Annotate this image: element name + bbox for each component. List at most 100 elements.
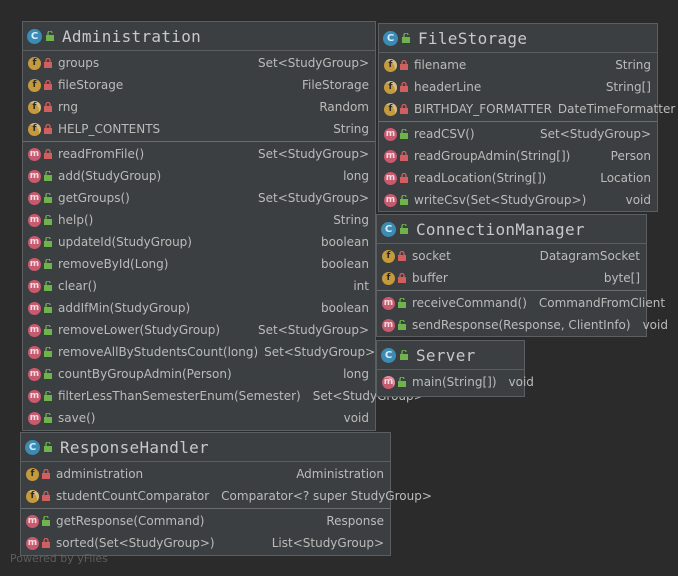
method-signature: sorted(Set<StudyGroup>): [56, 536, 215, 550]
method-row[interactable]: m readLocation(String[]) Location: [379, 167, 657, 189]
method-row[interactable]: m filterLessThanSemesterEnum(Semester) Set…: [23, 385, 424, 407]
method-icon: m: [28, 323, 41, 337]
method-signature: writeCsv(Set<StudyGroup>): [414, 193, 587, 207]
private-lock-icon: [42, 538, 50, 548]
field-type: Random: [319, 100, 369, 114]
class-title: Administration: [62, 26, 202, 46]
field-row[interactable]: f administration Administration: [21, 463, 390, 485]
public-unlock-icon: [44, 369, 52, 379]
private-lock-icon: [44, 102, 52, 112]
method-icon: m: [26, 536, 39, 550]
private-lock-icon: [400, 173, 408, 183]
method-row[interactable]: m sendResponse(Response, ClientInfo) void: [377, 314, 668, 336]
private-lock-icon: [400, 151, 408, 161]
private-lock-icon: [44, 149, 52, 159]
class-connectionmanager[interactable]: C ConnectionManager f socket DatagramSocke…: [376, 214, 668, 337]
field-static-icon: f: [28, 100, 41, 114]
field-row[interactable]: f groups Set<StudyGroup>: [23, 52, 375, 74]
field-row[interactable]: f socket DatagramSocket: [377, 245, 646, 267]
method-row[interactable]: m add(StudyGroup) long: [23, 165, 375, 187]
method-row[interactable]: m readFromFile() Set<StudyGroup>: [23, 143, 375, 165]
method-icon: m: [384, 193, 397, 207]
field-icon: f: [382, 271, 395, 285]
method-icon: m: [28, 213, 41, 227]
class-header: C ConnectionManager: [377, 215, 646, 244]
field-name: rng: [58, 100, 78, 114]
field-name: headerLine: [414, 80, 482, 94]
method-icon: m: [382, 318, 395, 332]
return-type: CommandFromClient: [538, 296, 666, 310]
class-icon: C: [27, 28, 42, 44]
method-signature: removeLower(StudyGroup): [58, 323, 221, 337]
return-type: Location: [600, 171, 651, 185]
method-icon: m: [28, 279, 41, 293]
public-icon: [46, 31, 54, 41]
class-server[interactable]: C Server m main(String[]) void: [376, 340, 534, 397]
method-row[interactable]: m readGroupAdmin(String[]) Person: [379, 145, 657, 167]
field-icon: f: [26, 467, 39, 481]
method-signature: updateId(StudyGroup): [58, 235, 192, 249]
method-signature: countByGroupAdmin(Person): [58, 367, 232, 381]
method-row[interactable]: m clear() int: [23, 275, 375, 297]
method-row[interactable]: m sorted(Set<StudyGroup>) List<StudyGroup>: [21, 532, 390, 554]
method-row[interactable]: m removeLower(StudyGroup) Set<StudyGroup>: [23, 319, 375, 341]
method-row[interactable]: m getGroups() Set<StudyGroup>: [23, 187, 375, 209]
public-icon: [400, 224, 408, 234]
method-icon: m: [28, 257, 41, 271]
field-row[interactable]: f headerLine String[]: [379, 76, 657, 98]
method-icon: m: [28, 301, 41, 315]
method-row[interactable]: m receiveCommand() CommandFromClient: [377, 292, 665, 314]
field-row[interactable]: f BIRTHDAY_FORMATTER DateTimeFormatter: [379, 98, 675, 120]
field-name: studentCountComparator: [56, 489, 210, 503]
public-unlock-icon: [44, 391, 52, 401]
field-static-icon: f: [384, 102, 397, 116]
field-row[interactable]: f studentCountComparator Comparator<? supe…: [21, 485, 432, 507]
methods-section: m getResponse(Command) Response m sorted(Set…: [21, 508, 390, 555]
return-type: void: [642, 318, 668, 332]
field-row[interactable]: f buffer byte[]: [377, 267, 646, 289]
field-static-icon: f: [28, 122, 41, 136]
method-row[interactable]: m save() void: [23, 407, 375, 429]
method-row[interactable]: m writeCsv(Set<StudyGroup>) void: [379, 189, 657, 211]
private-lock-icon: [398, 273, 406, 283]
method-icon: m: [384, 171, 397, 185]
public-unlock-icon: [44, 193, 52, 203]
return-type: Response: [326, 514, 384, 528]
field-type: byte[]: [603, 271, 640, 285]
method-signature: readLocation(String[]): [414, 171, 547, 185]
field-row[interactable]: f fileStorage FileStorage: [23, 74, 375, 96]
fields-section: f socket DatagramSocket f buffer byte[]: [377, 244, 646, 290]
field-type: String: [615, 58, 651, 72]
return-type: void: [625, 193, 651, 207]
public-unlock-icon: [44, 215, 52, 225]
method-row[interactable]: m help() String: [23, 209, 375, 231]
method-row[interactable]: m removeAllByStudentsCount(long) Set<Study…: [23, 341, 375, 363]
method-row[interactable]: m readCSV() Set<StudyGroup>: [379, 123, 657, 145]
class-filestorage[interactable]: C FileStorage f filename String f headerLine…: [378, 23, 675, 212]
method-row[interactable]: m removeById(Long) boolean: [23, 253, 375, 275]
field-name: HELP_CONTENTS: [58, 122, 161, 136]
field-row[interactable]: f HELP_CONTENTS String: [23, 118, 375, 140]
method-signature: help(): [58, 213, 94, 227]
method-row[interactable]: m getResponse(Command) Response: [21, 510, 390, 532]
return-type: String: [333, 213, 369, 227]
method-signature: clear(): [58, 279, 97, 293]
method-row[interactable]: m addIfMin(StudyGroup) boolean: [23, 297, 375, 319]
method-icon: m: [28, 411, 41, 425]
return-type: boolean: [321, 257, 369, 271]
methods-section: m main(String[]) void: [377, 370, 534, 394]
method-row[interactable]: m updateId(StudyGroup) boolean: [23, 231, 375, 253]
method-icon: m: [28, 169, 41, 183]
fields-section: f administration Administration f studentCou…: [21, 462, 432, 508]
field-row[interactable]: f rng Random: [23, 96, 375, 118]
field-row[interactable]: f filename String: [379, 54, 657, 76]
method-row[interactable]: m main(String[]) void: [377, 371, 534, 393]
method-signature: readFromFile(): [58, 147, 145, 161]
field-type: FileStorage: [301, 78, 369, 92]
class-administration[interactable]: C Administration f groups Set<StudyGroup> f…: [22, 21, 424, 431]
method-icon: m: [384, 149, 397, 163]
methods-section: m readCSV() Set<StudyGroup> m readGroupAdmin…: [379, 121, 657, 212]
class-responsehandler[interactable]: C ResponseHandler f administration Adminis…: [20, 432, 432, 556]
public-unlock-icon: [400, 129, 408, 139]
method-row[interactable]: m countByGroupAdmin(Person) long: [23, 363, 375, 385]
